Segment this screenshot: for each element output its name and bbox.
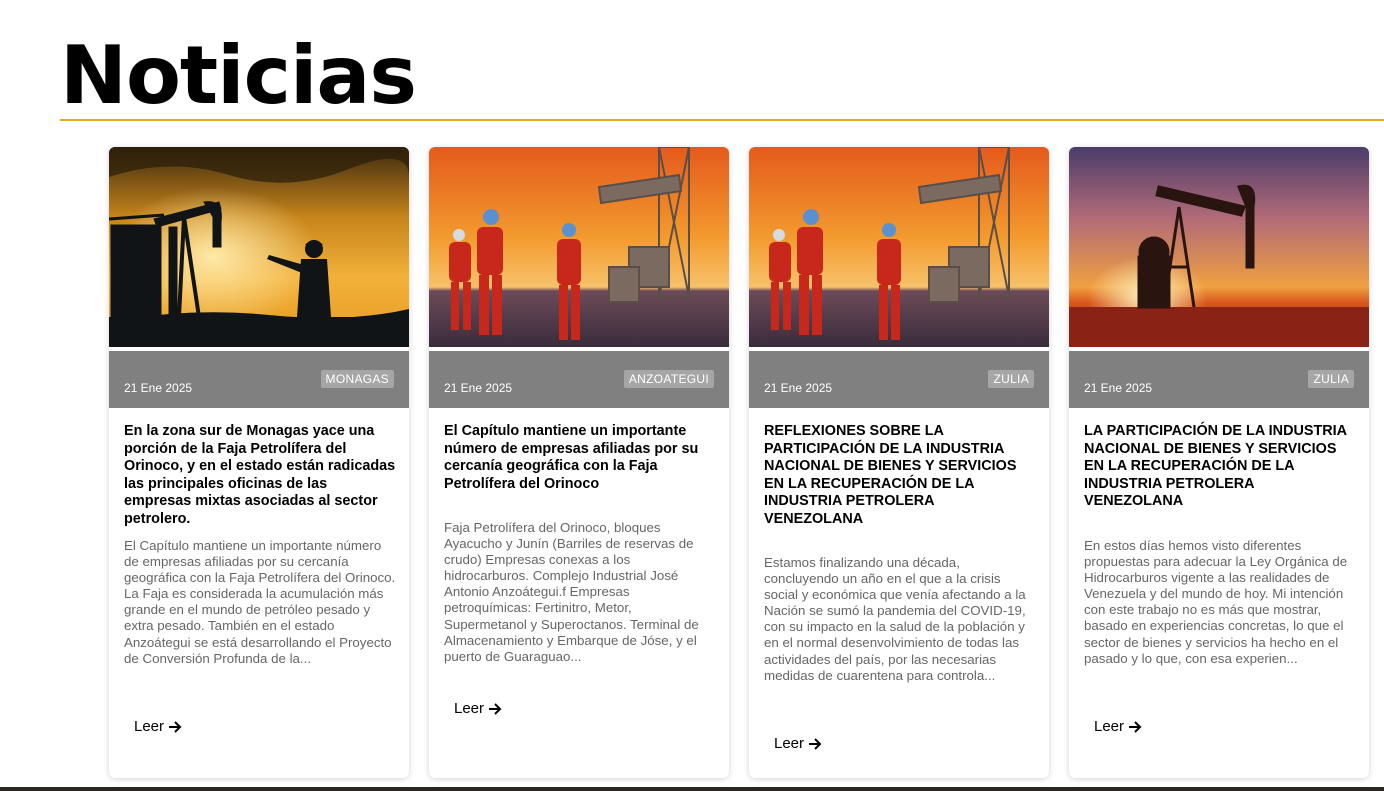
pumpjack-sunset-image[interactable] [1069, 147, 1369, 347]
news-card[interactable]: 21 Ene 2025 MONAGAS En la zona sur de Mo… [109, 147, 409, 778]
card-excerpt: El Capítulo mantiene un importante númer… [124, 538, 396, 666]
card-excerpt: Estamos finalizando una década, concluye… [764, 555, 1026, 683]
region-tag[interactable]: ZULIA [988, 370, 1034, 388]
arrow-right-icon [489, 702, 502, 715]
card-date: 21 Ene 2025 [124, 381, 193, 395]
arrow-right-icon [1129, 720, 1142, 733]
news-card[interactable]: 21 Ene 2025 ZULIA REFLEXIONES SOBRE LA P… [749, 147, 1049, 778]
arrow-right-icon [809, 737, 822, 750]
region-tag[interactable]: ANZOATEGUI [623, 370, 714, 388]
card-title[interactable]: En la zona sur de Monagas yace una porci… [124, 423, 396, 528]
page-title: Noticias [60, 29, 417, 122]
read-more-label: Leer [454, 700, 485, 717]
read-more-link[interactable]: Leer [774, 735, 822, 752]
card-excerpt: Faja Petrolífera del Orinoco, bloques Ay… [444, 520, 699, 664]
read-more-link[interactable]: Leer [1094, 718, 1142, 735]
news-card[interactable]: 21 Ene 2025 ZULIA LA PARTICIPACIÓN DE LA… [1069, 147, 1369, 778]
read-more-link[interactable]: Leer [454, 700, 502, 717]
oil-worker-silhouette-image[interactable] [109, 147, 409, 347]
card-date: 21 Ene 2025 [1084, 381, 1153, 395]
card-meta-bar: 21 Ene 2025 ANZOATEGUI [429, 351, 729, 408]
arrow-right-icon [169, 720, 182, 733]
title-divider [60, 119, 1384, 121]
card-meta-bar: 21 Ene 2025 ZULIA [1069, 351, 1369, 408]
card-date: 21 Ene 2025 [444, 381, 513, 395]
card-title[interactable]: LA PARTICIPACIÓN DE LA INDUSTRIA NACIONA… [1084, 423, 1356, 511]
read-more-label: Leer [1094, 718, 1125, 735]
region-tag[interactable]: MONAGAS [320, 370, 394, 388]
card-title[interactable]: El Capítulo mantiene un importante númer… [444, 423, 716, 493]
read-more-label: Leer [774, 735, 805, 752]
oil-workers-image[interactable] [749, 147, 1049, 347]
card-excerpt: En estos días hemos visto diferentes pro… [1084, 538, 1348, 666]
read-more-link[interactable]: Leer [134, 718, 182, 735]
oil-workers-image[interactable] [429, 147, 729, 347]
card-date: 21 Ene 2025 [764, 381, 833, 395]
region-tag[interactable]: ZULIA [1308, 370, 1354, 388]
card-title[interactable]: REFLEXIONES SOBRE LA PARTICIPACIÓN DE LA… [764, 423, 1036, 528]
read-more-label: Leer [134, 718, 165, 735]
footer-edge [0, 787, 1384, 791]
news-card[interactable]: 21 Ene 2025 ANZOATEGUI El Capítulo manti… [429, 147, 729, 778]
card-meta-bar: 21 Ene 2025 MONAGAS [109, 351, 409, 408]
card-meta-bar: 21 Ene 2025 ZULIA [749, 351, 1049, 408]
